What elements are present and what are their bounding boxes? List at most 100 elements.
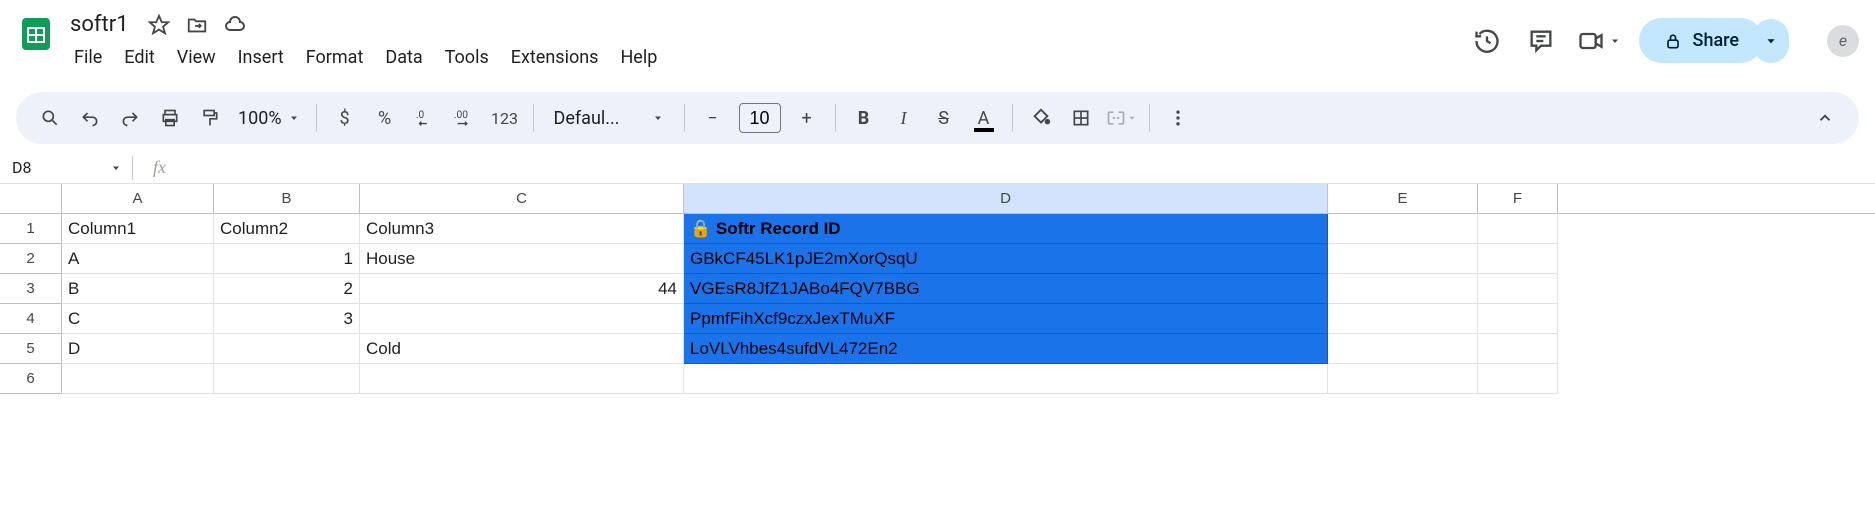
cell[interactable]: LoVLVhbes4sufdVL472En2 xyxy=(684,334,1328,364)
currency-icon[interactable]: $ xyxy=(327,100,363,136)
cell[interactable]: Column3 xyxy=(360,214,684,244)
more-menu-icon[interactable] xyxy=(1160,100,1196,136)
zoom-dropdown[interactable]: 100% xyxy=(232,108,306,129)
row-header[interactable]: 4 xyxy=(0,304,62,334)
menu-file[interactable]: File xyxy=(64,43,112,72)
cell[interactable] xyxy=(1478,364,1558,394)
italic-icon[interactable]: I xyxy=(886,100,922,136)
column-header-a[interactable]: A xyxy=(62,184,214,213)
meet-button[interactable] xyxy=(1577,27,1621,55)
borders-icon[interactable] xyxy=(1063,100,1099,136)
toolbar: 100% $ % .0 .00 123 Defaul... − + B I S … xyxy=(16,92,1859,144)
cell[interactable]: House xyxy=(360,244,684,274)
undo-icon[interactable] xyxy=(72,100,108,136)
print-icon[interactable] xyxy=(152,100,188,136)
cell[interactable] xyxy=(360,304,684,334)
cell[interactable] xyxy=(1478,244,1558,274)
cell[interactable] xyxy=(214,364,360,394)
strikethrough-icon[interactable]: S xyxy=(926,100,962,136)
menu-extensions[interactable]: Extensions xyxy=(501,43,609,72)
cell[interactable] xyxy=(684,364,1328,394)
row-header[interactable]: 2 xyxy=(0,244,62,274)
comments-icon[interactable] xyxy=(1523,23,1559,59)
font-size-input[interactable] xyxy=(739,103,781,133)
cell[interactable]: VGEsR8JfZ1JABo4FQV7BBG xyxy=(684,274,1328,304)
cell[interactable]: Column1 xyxy=(62,214,214,244)
cell[interactable]: 44 xyxy=(360,274,684,304)
cell[interactable] xyxy=(62,364,214,394)
increase-font-icon[interactable]: + xyxy=(789,100,825,136)
cell[interactable] xyxy=(1328,304,1478,334)
document-title[interactable]: softr1 xyxy=(64,10,135,39)
cell[interactable]: D xyxy=(62,334,214,364)
collapse-toolbar-icon[interactable] xyxy=(1807,100,1843,136)
grid-row: 4C3 PpmfFihXcf9czxJexTMuXF xyxy=(0,304,1875,334)
menu-view[interactable]: View xyxy=(167,43,226,72)
column-header-f[interactable]: F xyxy=(1478,184,1558,213)
formula-input[interactable] xyxy=(176,159,1875,177)
cell[interactable] xyxy=(214,334,360,364)
redo-icon[interactable] xyxy=(112,100,148,136)
menu-help[interactable]: Help xyxy=(610,43,667,72)
name-box[interactable]: D8 xyxy=(12,158,122,177)
menu-edit[interactable]: Edit xyxy=(114,43,164,72)
cell[interactable] xyxy=(1328,274,1478,304)
cell[interactable] xyxy=(1328,364,1478,394)
cell[interactable] xyxy=(1478,304,1558,334)
row-header[interactable]: 5 xyxy=(0,334,62,364)
star-icon[interactable] xyxy=(145,11,173,39)
row-header[interactable]: 3 xyxy=(0,274,62,304)
decrease-font-icon[interactable]: − xyxy=(695,100,731,136)
cell[interactable] xyxy=(360,364,684,394)
cell[interactable] xyxy=(1328,244,1478,274)
cell[interactable]: GBkCF45LK1pJE2mXorQsqU xyxy=(684,244,1328,274)
cell[interactable] xyxy=(1328,334,1478,364)
column-header-d[interactable]: D xyxy=(684,184,1328,213)
cell[interactable]: Cold xyxy=(360,334,684,364)
history-icon[interactable] xyxy=(1469,23,1505,59)
cell[interactable]: PpmfFihXcf9czxJexTMuXF xyxy=(684,304,1328,334)
font-family-dropdown[interactable]: Defaul... xyxy=(544,108,674,129)
column-header-c[interactable]: C xyxy=(360,184,684,213)
share-dropdown-icon[interactable] xyxy=(1753,19,1789,63)
account-avatar[interactable]: e xyxy=(1827,25,1859,57)
header-right: Share e xyxy=(1469,8,1859,63)
increase-decimal-icon[interactable]: .00 xyxy=(447,100,483,136)
cell[interactable] xyxy=(1328,214,1478,244)
text-color-icon[interactable]: A xyxy=(966,100,1002,136)
more-formats-button[interactable]: 123 xyxy=(487,100,523,136)
column-header-e[interactable]: E xyxy=(1328,184,1478,213)
cell[interactable] xyxy=(1478,334,1558,364)
share-button[interactable]: Share xyxy=(1639,18,1763,63)
fill-color-icon[interactable] xyxy=(1023,100,1059,136)
column-header-b[interactable]: B xyxy=(214,184,360,213)
merge-cells-icon[interactable] xyxy=(1103,100,1139,136)
cell[interactable] xyxy=(1478,214,1558,244)
cell[interactable] xyxy=(1478,274,1558,304)
menu-tools[interactable]: Tools xyxy=(435,43,499,72)
menu-insert[interactable]: Insert xyxy=(228,43,294,72)
sheets-logo-icon[interactable] xyxy=(16,14,56,54)
cell[interactable]: 1 xyxy=(214,244,360,274)
bold-icon[interactable]: B xyxy=(846,100,882,136)
row-header[interactable]: 1 xyxy=(0,214,62,244)
paint-format-icon[interactable] xyxy=(192,100,228,136)
separator xyxy=(684,104,685,132)
menu-format[interactable]: Format xyxy=(296,43,374,72)
decrease-decimal-icon[interactable]: .0 xyxy=(407,100,443,136)
select-all-corner[interactable] xyxy=(0,184,62,213)
cell[interactable]: 3 xyxy=(214,304,360,334)
cell[interactable]: B xyxy=(62,274,214,304)
cell[interactable]: Column2 xyxy=(214,214,360,244)
cell[interactable]: C xyxy=(62,304,214,334)
cell[interactable]: 2 xyxy=(214,274,360,304)
move-icon[interactable] xyxy=(183,11,211,39)
row-header[interactable]: 6 xyxy=(0,364,62,394)
search-icon[interactable] xyxy=(32,100,68,136)
cell[interactable]: 🔒 Softr Record ID xyxy=(684,214,1328,244)
cell[interactable]: A xyxy=(62,244,214,274)
zoom-value: 100% xyxy=(238,108,282,129)
cloud-status-icon[interactable] xyxy=(221,11,249,39)
menu-data[interactable]: Data xyxy=(375,43,432,72)
percent-icon[interactable]: % xyxy=(367,100,403,136)
